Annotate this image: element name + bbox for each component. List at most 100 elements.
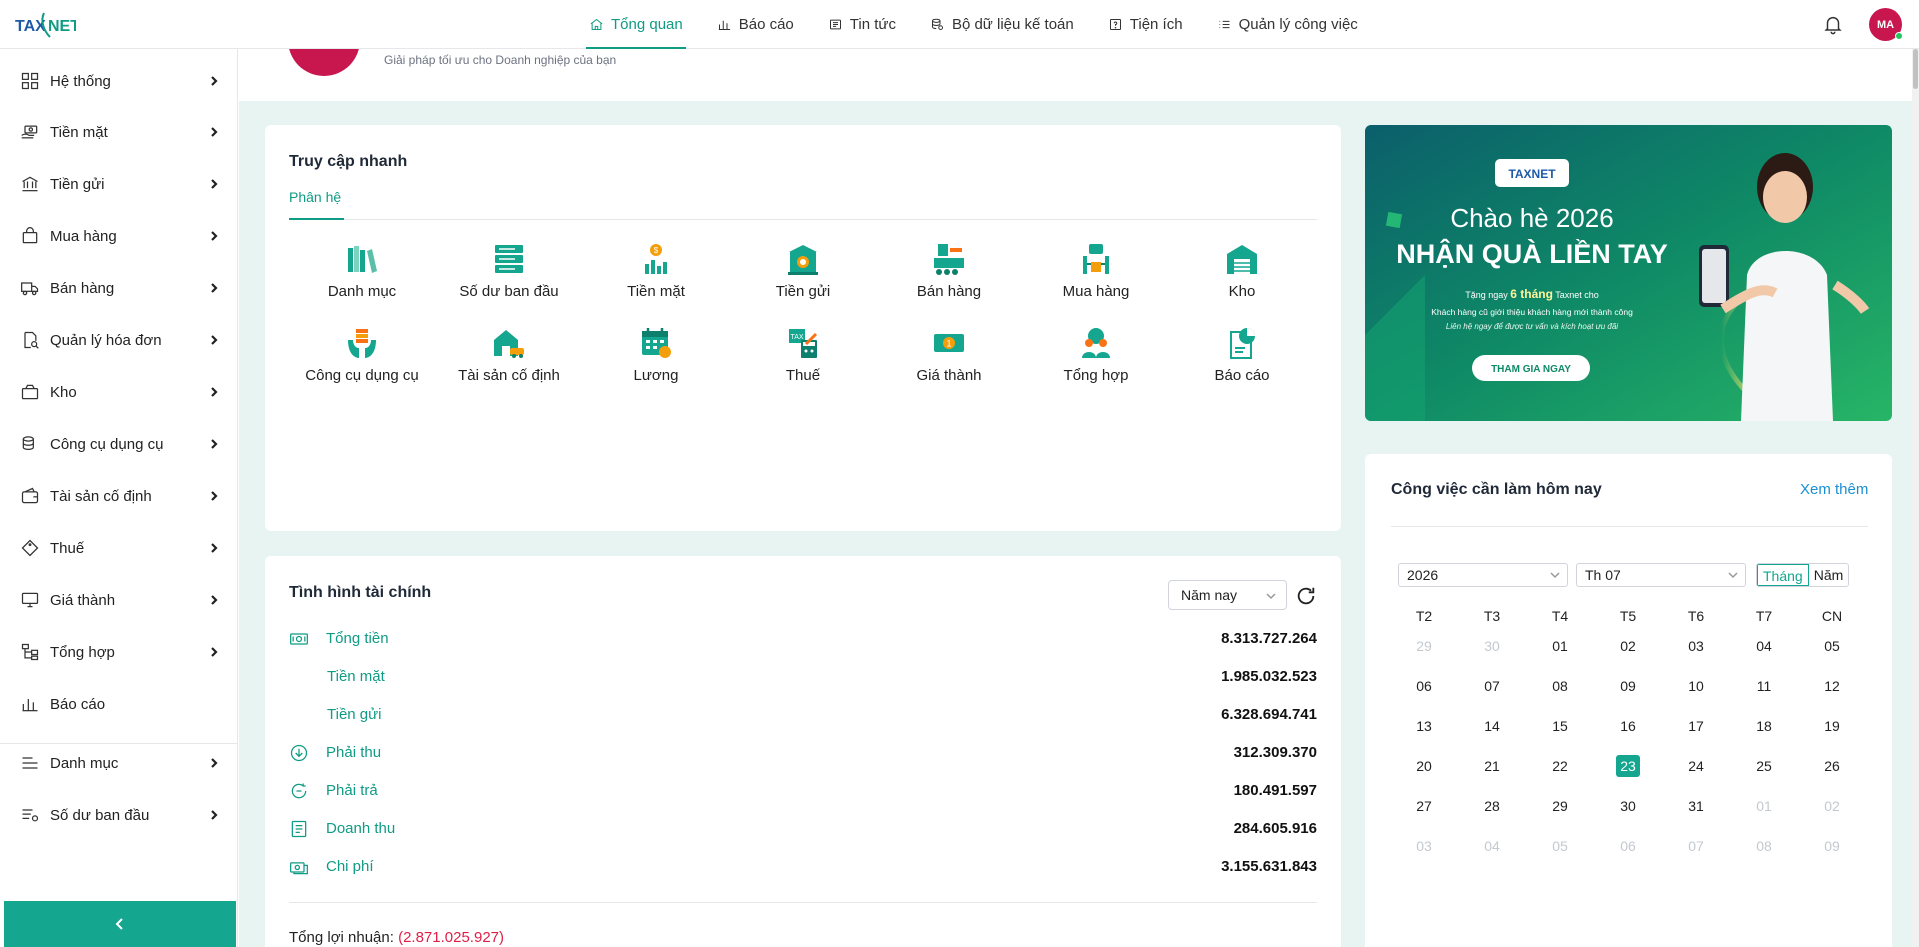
nav-tab[interactable]: Tổng quan xyxy=(572,0,700,49)
module-tile[interactable]: Số dư ban đầu xyxy=(436,242,582,312)
calendar-day[interactable]: 14 xyxy=(1480,715,1504,737)
calendar-day[interactable]: 18 xyxy=(1752,715,1776,737)
calendar-day[interactable]: 28 xyxy=(1480,795,1504,817)
calendar-day[interactable]: 19 xyxy=(1820,715,1844,737)
nav-tab[interactable]: Tin tức xyxy=(811,0,913,49)
calendar-day[interactable]: 13 xyxy=(1412,715,1436,737)
finance-row-label[interactable]: Chi phí xyxy=(326,858,374,875)
refresh-icon[interactable] xyxy=(1295,585,1317,607)
sidebar-item[interactable]: Công cụ dụng cụ xyxy=(0,424,238,464)
month-select[interactable]: Th 07 xyxy=(1576,563,1746,587)
calendar-day[interactable]: 02 xyxy=(1820,795,1844,817)
finance-row-label[interactable]: Phải trả xyxy=(326,782,378,799)
module-tile[interactable]: Tài sản cố định xyxy=(436,326,582,396)
module-tile[interactable]: Kho xyxy=(1169,242,1315,312)
module-tile[interactable]: $ Tiền mặt xyxy=(583,242,729,312)
sidebar-item[interactable]: Tiền gửi xyxy=(0,164,238,204)
calendar-day[interactable]: 08 xyxy=(1548,675,1572,697)
database-icon xyxy=(931,18,943,30)
calendar-day[interactable]: 06 xyxy=(1616,835,1640,857)
sidebar-item[interactable]: Hệ thống xyxy=(0,61,238,101)
module-tile[interactable]: TAX Thuế xyxy=(730,326,876,396)
calendar-day[interactable]: 03 xyxy=(1412,835,1436,857)
calendar-day[interactable]: 07 xyxy=(1480,675,1504,697)
nav-tab[interactable]: Báo cáo xyxy=(700,0,811,49)
calendar-day[interactable]: 12 xyxy=(1820,675,1844,697)
calendar-day[interactable]: 09 xyxy=(1820,835,1844,857)
calendar-day[interactable]: 15 xyxy=(1548,715,1572,737)
year-select[interactable]: 2026 xyxy=(1398,563,1568,587)
module-tile[interactable]: Bán hàng xyxy=(876,242,1022,312)
finance-row-label[interactable]: Tiền gửi xyxy=(327,706,382,723)
calendar-day[interactable]: 09 xyxy=(1616,675,1640,697)
module-tile[interactable]: Mua hàng xyxy=(1023,242,1169,312)
sidebar-item[interactable]: Số dư ban đầu xyxy=(0,795,238,835)
sidebar-item[interactable]: Tiền mặt xyxy=(0,112,238,152)
calendar-day[interactable]: 01 xyxy=(1548,635,1572,657)
calendar-day[interactable]: 03 xyxy=(1684,635,1708,657)
calendar-day[interactable]: 29 xyxy=(1548,795,1572,817)
bell-icon[interactable] xyxy=(1822,13,1844,35)
sidebar-item[interactable]: Giá thành xyxy=(0,580,238,620)
scrollbar-thumb[interactable] xyxy=(1913,49,1918,89)
calendar-day[interactable]: 06 xyxy=(1412,675,1436,697)
calendar-day[interactable]: 29 xyxy=(1412,635,1436,657)
calendar-day[interactable]: 04 xyxy=(1480,835,1504,857)
calendar-day[interactable]: 22 xyxy=(1548,755,1572,777)
sidebar-item[interactable]: Tổng hợp xyxy=(0,632,238,672)
sidebar-item[interactable]: Báo cáo xyxy=(0,684,238,724)
module-tile[interactable]: Tiền gửi xyxy=(730,242,876,312)
calendar-day[interactable]: 08 xyxy=(1752,835,1776,857)
see-more-link[interactable]: Xem thêm xyxy=(1800,481,1868,498)
module-tile[interactable]: Công cụ dụng cụ xyxy=(289,326,435,396)
sidebar-item[interactable]: Quản lý hóa đơn xyxy=(0,320,238,360)
calendar-day[interactable]: 30 xyxy=(1616,795,1640,817)
calendar-day[interactable]: 26 xyxy=(1820,755,1844,777)
calendar-day[interactable]: 24 xyxy=(1684,755,1708,777)
calendar-day[interactable]: 10 xyxy=(1684,675,1708,697)
page-scrollbar[interactable] xyxy=(1912,49,1919,947)
period-select[interactable]: Năm nay xyxy=(1168,580,1287,610)
finance-row-label[interactable]: Phải thu xyxy=(326,744,381,761)
tab-modules[interactable]: Phân hệ xyxy=(289,189,341,205)
sidebar-item[interactable]: Thuế xyxy=(0,528,238,568)
mode-month-button[interactable]: Tháng xyxy=(1757,564,1809,586)
sidebar-item[interactable]: Mua hàng xyxy=(0,216,238,256)
calendar-day[interactable]: 02 xyxy=(1616,635,1640,657)
finance-row-label[interactable]: Doanh thu xyxy=(326,820,395,837)
calendar-day[interactable]: 17 xyxy=(1684,715,1708,737)
module-tile[interactable]: Danh mục xyxy=(289,242,435,312)
finance-row-label[interactable]: Tiền mặt xyxy=(327,668,385,685)
nav-tab[interactable]: Quản lý công việc xyxy=(1200,0,1375,49)
collapse-sidebar-button[interactable] xyxy=(4,901,236,947)
calendar-day[interactable]: 01 xyxy=(1752,795,1776,817)
user-avatar[interactable]: MA xyxy=(1869,8,1903,41)
finance-row-label[interactable]: Tổng tiền xyxy=(326,630,389,647)
calendar-day[interactable]: 04 xyxy=(1752,635,1776,657)
calendar-day[interactable]: 30 xyxy=(1480,635,1504,657)
calendar-day[interactable]: 20 xyxy=(1412,755,1436,777)
calendar-day[interactable]: 05 xyxy=(1548,835,1572,857)
nav-tab[interactable]: Tiện ích xyxy=(1091,0,1200,49)
calendar-day[interactable]: 25 xyxy=(1752,755,1776,777)
calendar-day[interactable]: 11 xyxy=(1752,675,1776,697)
calendar-day[interactable]: 31 xyxy=(1684,795,1708,817)
calendar-day[interactable]: 27 xyxy=(1412,795,1436,817)
calendar-day[interactable]: 21 xyxy=(1480,755,1504,777)
promo-banner[interactable]: TAXNET Chào hè 2026 NHẬN QUÀ LIỀN TAY Tặ… xyxy=(1365,125,1892,421)
calendar-day[interactable]: 16 xyxy=(1616,715,1640,737)
module-tile[interactable]: Báo cáo xyxy=(1169,326,1315,396)
module-tile[interactable]: Lương xyxy=(583,326,729,396)
module-tile[interactable]: 1 Giá thành xyxy=(876,326,1022,396)
sidebar-item[interactable]: Danh mục xyxy=(0,743,238,783)
taxnet-logo[interactable]: TAX NET xyxy=(14,9,76,41)
nav-tab[interactable]: Bộ dữ liệu kế toán xyxy=(913,0,1091,49)
calendar-day[interactable]: 23 xyxy=(1616,755,1640,777)
sidebar-item[interactable]: Tài sản cố định xyxy=(0,476,238,516)
sidebar-item[interactable]: Kho xyxy=(0,372,238,412)
mode-year-button[interactable]: Năm xyxy=(1809,564,1849,586)
module-tile[interactable]: Tổng hợp xyxy=(1023,326,1169,396)
sidebar-item[interactable]: Bán hàng xyxy=(0,268,238,308)
calendar-day[interactable]: 07 xyxy=(1684,835,1708,857)
calendar-day[interactable]: 05 xyxy=(1820,635,1844,657)
